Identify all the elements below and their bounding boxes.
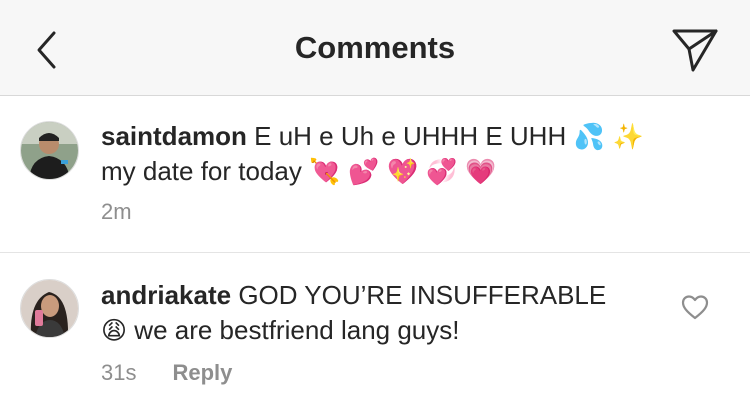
user-avatar-image (21, 280, 78, 337)
user-avatar-image (21, 122, 78, 179)
reply-button[interactable]: Reply (172, 360, 232, 386)
comment-emoji: 😩 (101, 316, 128, 345)
chevron-left-icon (37, 31, 56, 69)
avatar[interactable] (20, 121, 79, 180)
comment-text: GOD YOU’RE INSUFFERABLE (238, 280, 607, 310)
send-button[interactable] (668, 24, 722, 76)
comment-meta: 2m (101, 199, 132, 225)
back-button[interactable] (22, 22, 72, 78)
avatar[interactable] (20, 279, 79, 338)
comment-meta: 31s Reply (101, 360, 232, 386)
comments-screen: Comments saintdamon E uH e Uh e UHHH E U… (0, 0, 750, 412)
comment-text: my date for today (101, 156, 302, 186)
paper-plane-icon (672, 29, 718, 72)
comment-body: andriakate GOD YOU’RE INSUFFERABLE 😩 we … (101, 278, 670, 348)
comment-username[interactable]: andriakate (101, 280, 231, 310)
caption-comment: saintdamon E uH e Uh e UHHH E UHH 💦 ✨ my… (0, 97, 750, 253)
comment-text: we are bestfriend lang guys! (134, 315, 460, 345)
comment-text: E uH e Uh e UHHH E UHH (254, 121, 567, 151)
comment-body: saintdamon E uH e Uh e UHHH E UHH 💦 ✨ my… (101, 119, 670, 189)
comment-emoji: 💦 ✨ (573, 122, 644, 151)
comment-timestamp: 31s (101, 360, 137, 385)
comment-username[interactable]: saintdamon (101, 121, 247, 151)
comment-timestamp: 2m (101, 199, 132, 224)
page-title: Comments (294, 30, 456, 65)
heart-outline-icon (681, 295, 709, 320)
header-bar: Comments (0, 0, 750, 96)
reply-comment: andriakate GOD YOU’RE INSUFFERABLE 😩 we … (0, 254, 750, 412)
like-button[interactable] (680, 292, 710, 322)
comment-emoji: 💘 💕 💖 💞 💗 (309, 157, 497, 186)
